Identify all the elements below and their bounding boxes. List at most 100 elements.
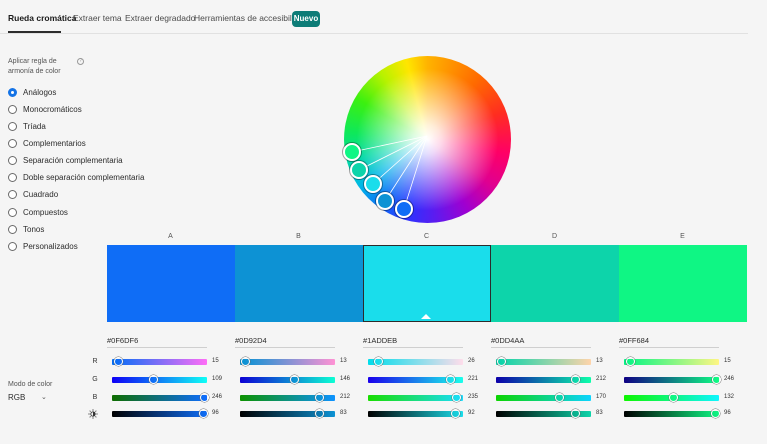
slider-thumb[interactable]	[711, 375, 721, 384]
slider-thumb[interactable]	[711, 409, 721, 418]
slider-thumb[interactable]	[240, 357, 250, 366]
slider-thumb[interactable]	[290, 375, 300, 384]
radio-unchecked[interactable]	[8, 224, 17, 234]
info-icon[interactable]: ?	[77, 58, 84, 65]
green-slider[interactable]	[112, 375, 207, 384]
slider-thumb[interactable]	[314, 393, 324, 402]
wheel-handle-a[interactable]	[395, 200, 413, 218]
wheel-handle-c[interactable]	[364, 175, 382, 193]
harmony-option[interactable]: Compuestos	[8, 206, 68, 218]
hex-input-underline	[619, 347, 719, 348]
color-mode-label: Modo de color	[8, 381, 53, 388]
harmony-option[interactable]: Cuadrado	[8, 188, 58, 200]
green-slider[interactable]	[624, 375, 721, 384]
radio-unchecked[interactable]	[8, 155, 17, 165]
harmony-option-label: Monocromáticos	[23, 104, 82, 114]
red-slider[interactable]	[368, 357, 463, 366]
tab-accessibility-tools[interactable]: Herramientas de accesibilidad	[194, 13, 308, 23]
tab-color-wheel[interactable]: Rueda cromática	[8, 13, 77, 23]
color-swatch[interactable]	[491, 245, 619, 322]
active-tab-indicator	[8, 31, 61, 33]
hex-input[interactable]: #0F6DF6	[107, 336, 207, 346]
blue-slider[interactable]	[240, 393, 335, 402]
harmony-option[interactable]: Tonos	[8, 223, 44, 235]
color-swatch[interactable]	[107, 245, 235, 322]
slider-value: 96	[212, 410, 219, 416]
slider-thumb[interactable]	[451, 409, 461, 418]
radio-checked[interactable]	[8, 87, 17, 97]
color-swatch[interactable]	[363, 245, 491, 322]
selected-indicator	[421, 314, 431, 319]
red-slider[interactable]	[240, 357, 335, 366]
harmony-option[interactable]: Separación complementaria	[8, 154, 123, 166]
swatch-letter: B	[296, 233, 301, 240]
hex-input-underline	[107, 347, 207, 348]
slider-thumb[interactable]	[669, 393, 679, 402]
harmony-option[interactable]: Complementarios	[8, 137, 86, 149]
tab-extract-theme[interactable]: Extraer tema	[73, 13, 122, 23]
slider-thumb[interactable]	[570, 409, 580, 418]
slider-thumb[interactable]	[373, 357, 383, 366]
wheel-handle-d[interactable]	[350, 161, 368, 179]
hex-input[interactable]: #0D92D4	[235, 336, 335, 346]
red-slider[interactable]	[112, 357, 207, 366]
color-mode-value: RGB	[8, 393, 26, 402]
blue-slider[interactable]	[368, 393, 463, 402]
brightness-slider[interactable]	[624, 409, 721, 418]
radio-unchecked[interactable]	[8, 172, 17, 182]
radio-unchecked[interactable]	[8, 138, 17, 148]
hex-input-underline	[363, 347, 463, 348]
slider-value: 246	[212, 394, 223, 400]
wheel-handle-b[interactable]	[376, 192, 394, 210]
harmony-option-label: Análogos	[23, 87, 57, 97]
slider-thumb[interactable]	[496, 357, 506, 366]
brightness-slider[interactable]	[240, 409, 335, 418]
brightness-slider[interactable]	[112, 409, 209, 418]
blue-slider[interactable]	[624, 393, 719, 402]
harmony-option[interactable]: Personalizados	[8, 240, 78, 252]
slider-thumb[interactable]	[199, 393, 209, 402]
tab-extract-gradient[interactable]: Extraer degradado	[125, 13, 195, 23]
slider-thumb[interactable]	[570, 375, 580, 384]
radio-unchecked[interactable]	[8, 241, 17, 251]
hex-input[interactable]: #1ADDEB	[363, 336, 463, 346]
color-wheel[interactable]	[344, 56, 511, 223]
slider-thumb[interactable]	[314, 409, 324, 418]
slider-thumb[interactable]	[199, 409, 209, 418]
color-swatch[interactable]	[619, 245, 747, 322]
red-slider[interactable]	[496, 357, 591, 366]
hex-input[interactable]: #0FF684	[619, 336, 719, 346]
radio-unchecked[interactable]	[8, 121, 17, 131]
slider-value: 83	[596, 410, 603, 416]
wheel-handle-e[interactable]	[343, 143, 361, 161]
green-slider[interactable]	[368, 375, 463, 384]
harmony-option[interactable]: Análogos	[8, 86, 56, 98]
slider-thumb[interactable]	[446, 375, 456, 384]
color-swatch[interactable]	[235, 245, 363, 322]
green-slider[interactable]	[496, 375, 591, 384]
harmony-option-label: Tonos	[23, 224, 45, 234]
slider-thumb[interactable]	[451, 393, 461, 402]
harmony-option[interactable]: Tríada	[8, 120, 46, 132]
blue-slider[interactable]	[496, 393, 591, 402]
green-slider[interactable]	[240, 375, 335, 384]
brightness-slider[interactable]	[368, 409, 463, 418]
radio-unchecked[interactable]	[8, 104, 17, 114]
green-row-label: G	[92, 376, 98, 383]
radio-unchecked[interactable]	[8, 207, 17, 217]
harmony-option[interactable]: Doble separación complementaria	[8, 171, 144, 183]
color-mode-select[interactable]: RGB ⌄	[8, 393, 48, 405]
new-badge[interactable]: Nuevo	[292, 11, 320, 27]
slider-thumb[interactable]	[555, 393, 565, 402]
brightness-slider[interactable]	[496, 409, 591, 418]
radio-unchecked[interactable]	[8, 189, 17, 199]
harmony-option-label: Compuestos	[23, 207, 68, 217]
slider-thumb[interactable]	[113, 357, 123, 366]
hex-input[interactable]: #0DD4AA	[491, 336, 591, 346]
harmony-option[interactable]: Monocromáticos	[8, 103, 82, 115]
blue-slider[interactable]	[112, 393, 209, 402]
slider-thumb[interactable]	[148, 375, 158, 384]
slider-thumb[interactable]	[625, 357, 635, 366]
red-row-label: R	[92, 358, 98, 365]
red-slider[interactable]	[624, 357, 719, 366]
